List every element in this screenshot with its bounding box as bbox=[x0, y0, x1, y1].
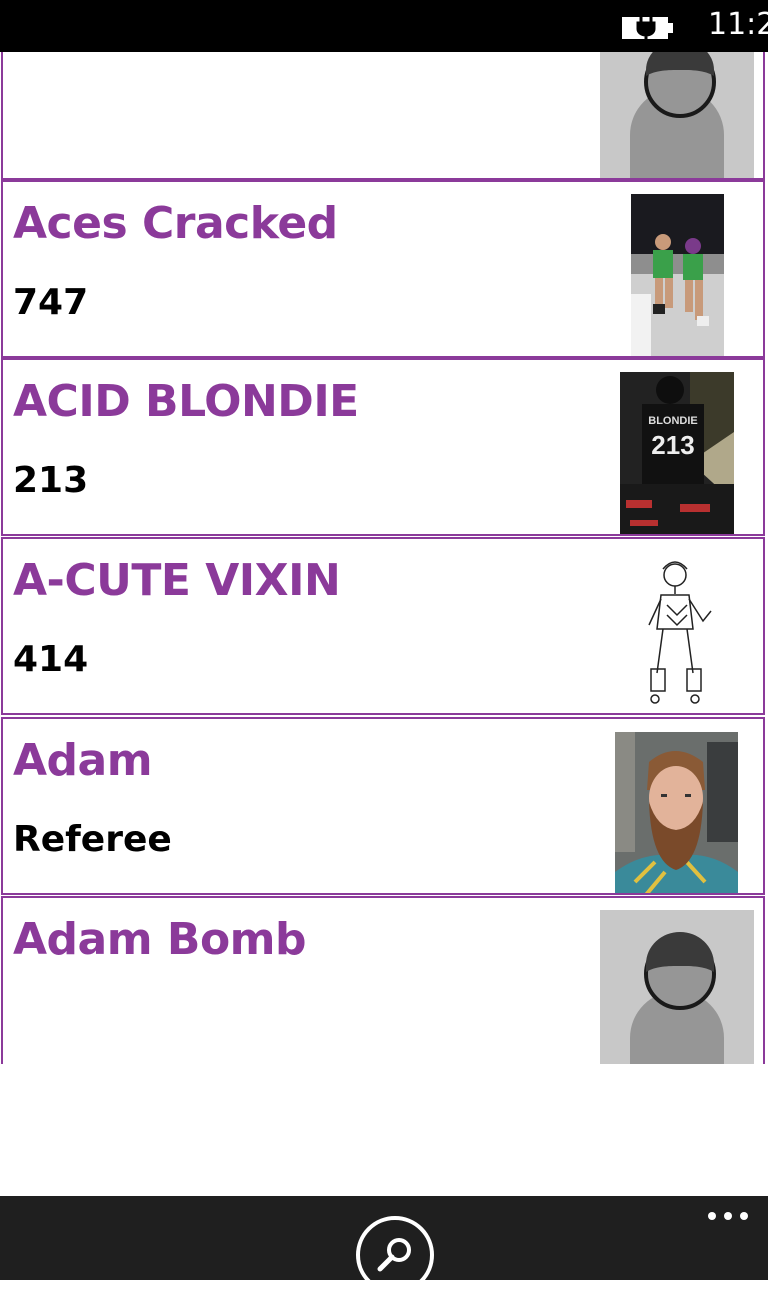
contact-number: 747 bbox=[13, 282, 89, 323]
list-item[interactable]: Ace Laveaux bbox=[1, 52, 765, 180]
list-item[interactable]: ACID BLONDIE 213 BLONDIE 213 bbox=[1, 358, 765, 536]
placeholder-avatar bbox=[600, 910, 754, 1064]
contact-name: ACID BLONDIE bbox=[13, 376, 359, 427]
contact-name: Adam bbox=[13, 735, 153, 786]
list-item[interactable]: Adam Referee bbox=[1, 717, 765, 895]
list-item[interactable]: Adam Bomb bbox=[1, 896, 765, 1064]
svg-text:213: 213 bbox=[651, 430, 694, 460]
svg-text:BLONDIE: BLONDIE bbox=[648, 415, 698, 427]
contact-name: Ace Laveaux bbox=[13, 52, 319, 61]
clock: 11:21 bbox=[708, 7, 768, 42]
contact-name: Aces Cracked bbox=[13, 198, 338, 249]
contact-photo bbox=[633, 555, 723, 713]
status-bar: 11:21 bbox=[0, 0, 768, 52]
search-icon bbox=[377, 1238, 411, 1272]
contact-name: Adam Bomb bbox=[13, 914, 307, 965]
contact-role: Referee bbox=[13, 819, 172, 860]
contact-list[interactable]: Ace Laveaux Aces Cracked 747 bbox=[0, 52, 768, 1064]
contact-name: A-CUTE VIXIN bbox=[13, 555, 341, 606]
search-button[interactable] bbox=[356, 1216, 434, 1294]
more-icon[interactable] bbox=[704, 1208, 752, 1224]
contact-photo bbox=[631, 194, 724, 356]
contact-photo bbox=[615, 732, 738, 893]
placeholder-avatar bbox=[600, 52, 754, 178]
battery-charging-icon bbox=[622, 15, 673, 40]
list-item[interactable]: A-CUTE VIXIN 414 bbox=[1, 537, 765, 715]
list-item[interactable]: Aces Cracked 747 bbox=[1, 180, 765, 358]
contact-number: 414 bbox=[13, 639, 89, 680]
contact-photo: BLONDIE 213 bbox=[620, 372, 734, 534]
app-bar bbox=[0, 1196, 768, 1294]
contact-number: 213 bbox=[13, 460, 89, 501]
